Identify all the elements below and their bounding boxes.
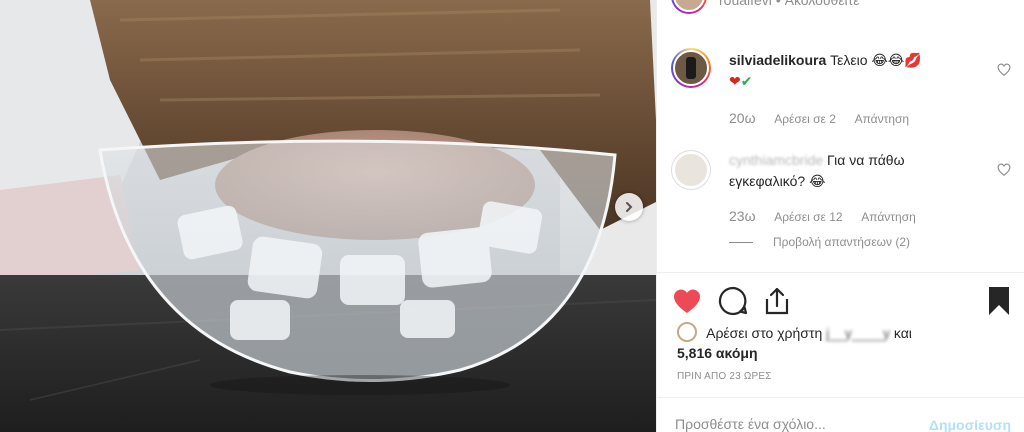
kiss-emoji-icon: 💋: [904, 52, 922, 68]
post-side-panel: rouaifevi • Ακολουθείτε silviadelikoura …: [656, 0, 1024, 432]
comment-meta: 20ω Αρέσει σε 2 Απάντηση: [729, 110, 925, 126]
laughing-emoji-icon: 😂: [887, 52, 905, 68]
comment-meta: 23ω Αρέσει σε 12 Απάντηση: [729, 208, 932, 224]
reply-button[interactable]: Απάντηση: [861, 210, 916, 224]
add-comment-bar: Δημοσίευση: [657, 397, 1024, 432]
comment-like-heart-icon[interactable]: [997, 163, 1011, 177]
comment-time[interactable]: 23ω: [729, 208, 756, 224]
comment-input[interactable]: [675, 416, 905, 432]
comment-time[interactable]: 20ω: [729, 110, 756, 126]
carousel-next-button[interactable]: [615, 193, 643, 221]
likes-prefix: Αρέσει στο χρήστη: [706, 325, 823, 341]
author-avatar[interactable]: [671, 0, 707, 14]
comment-body: silviadelikoura Τελειο 😂😂💋 ❤✔: [729, 50, 979, 92]
likes-summary: Αρέσει στο χρήστη j__y____y και 5,816 ακ…: [677, 322, 1007, 363]
reply-button[interactable]: Απάντηση: [855, 112, 910, 126]
liker-avatar[interactable]: [677, 322, 697, 342]
post-photo: [0, 0, 656, 432]
section-divider: [657, 272, 1024, 273]
follow-status[interactable]: Ακολουθείτε: [785, 0, 860, 8]
commenter-avatar[interactable]: [671, 48, 711, 88]
view-replies-label: Προβολή απαντήσεων (2): [773, 235, 911, 249]
comment-text: Τελειο: [830, 52, 868, 68]
photo-illustration: [0, 0, 656, 432]
heart-emoji-icon: ❤: [729, 73, 741, 89]
comment-icon[interactable]: [717, 285, 749, 317]
comment-like-heart-icon[interactable]: [997, 63, 1011, 77]
author-username[interactable]: rouaifevi: [719, 0, 772, 8]
liker-username[interactable]: j__y____y: [826, 325, 890, 341]
comment-body: cynthiamcbride Για να πάθω εγκεφαλικό? 😂: [729, 150, 979, 192]
chevron-right-icon: [626, 202, 633, 212]
comment-username[interactable]: silviadelikoura: [729, 52, 826, 68]
likes-conjunction: και: [893, 325, 912, 341]
post-timestamp[interactable]: ΠΡΙΝ ΑΠΟ 23 ΩΡΕΣ: [677, 371, 772, 382]
post-header: rouaifevi • Ακολουθείτε: [657, 0, 1024, 18]
comment-username[interactable]: cynthiamcbride: [729, 152, 823, 168]
post-author-line: rouaifevi • Ακολουθείτε: [719, 0, 859, 8]
laughing-emoji-icon: 😂: [871, 52, 888, 68]
laughing-emoji-icon: 😂: [809, 173, 826, 189]
action-bar: [657, 283, 1024, 319]
likes-count[interactable]: 5,816 ακόμη: [677, 345, 758, 361]
commenter-avatar[interactable]: [671, 150, 711, 190]
share-icon[interactable]: [761, 285, 793, 317]
comment-likes[interactable]: Αρέσει σε 12: [774, 210, 842, 224]
bookmark-filled-icon[interactable]: [983, 285, 1015, 317]
replies-divider: [729, 241, 753, 243]
post-comment-button[interactable]: Δημοσίευση: [929, 417, 1011, 432]
view-replies-button[interactable]: Προβολή απαντήσεων (2): [729, 235, 910, 249]
header-separator: •: [775, 0, 781, 8]
check-emoji-icon: ✔: [740, 73, 753, 89]
heart-filled-icon[interactable]: [671, 285, 703, 317]
comment-likes[interactable]: Αρέσει σε 2: [774, 112, 836, 126]
